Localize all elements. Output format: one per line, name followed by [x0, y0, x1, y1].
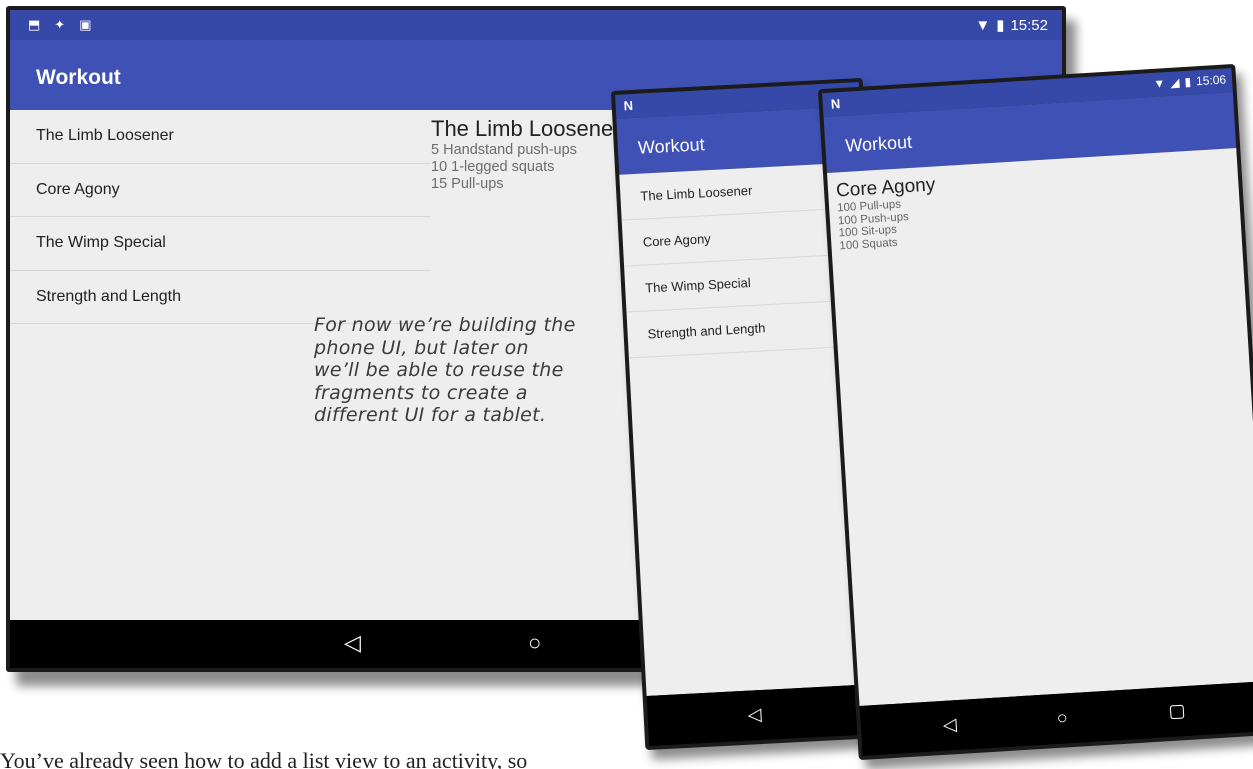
app-title: Workout	[844, 131, 913, 156]
recents-icon[interactable]: ▢	[1168, 700, 1186, 722]
back-icon[interactable]: ◁	[942, 714, 957, 736]
signal-icon: ◢	[1169, 75, 1180, 90]
phone-detail-screenshot: N ▼ ◢ ▮ 15:06 Workout Core Agony 100 Pul…	[817, 63, 1253, 761]
annotation-line: fragments to create a	[314, 381, 528, 404]
detail-line: 5 Handstand push-ups	[431, 142, 577, 158]
annotation-note: For now we’re building the phone UI, but…	[314, 314, 614, 427]
battery-icon: ▮	[996, 17, 1005, 34]
annotation-line: different UI for a tablet.	[314, 404, 547, 426]
detail-line: 10 1-legged squats	[431, 159, 555, 175]
detail-title: The Limb Loosener	[431, 116, 621, 141]
list-item[interactable]: The Limb Loosener	[10, 110, 431, 164]
app-title: Workout	[36, 66, 121, 89]
status-bar: ⬒ ✦ ▣ ▼ ▮ 15:52	[10, 10, 1062, 40]
home-icon[interactable]: ○	[1056, 707, 1068, 729]
workout-detail: The Limb Loosener 5 Handstand push-ups 1…	[431, 116, 621, 193]
workout-detail: Core Agony 100 Pull-ups 100 Push-ups 100…	[835, 174, 939, 252]
list-item[interactable]: Core Agony	[10, 164, 431, 217]
back-icon[interactable]: ◁	[344, 630, 361, 656]
annotation-line: For now we’re building the	[314, 314, 576, 336]
debug-icon: ✦	[54, 17, 66, 32]
annotation-line: we’ll be able to reuse the	[314, 359, 564, 381]
status-time: 15:06	[1195, 72, 1227, 89]
body-paragraph: You’ve already seen how to add a list vi…	[0, 748, 528, 769]
app-title: Workout	[637, 134, 706, 158]
wifi-icon: ▼	[975, 16, 991, 34]
content-area: Core Agony 100 Pull-ups 100 Push-ups 100…	[826, 147, 1253, 706]
workout-list: The Limb Loosener Core Agony The Wimp Sp…	[10, 110, 431, 324]
back-icon[interactable]: ◁	[747, 704, 762, 726]
n-logo-icon: N	[623, 97, 634, 114]
status-time: 15:52	[1010, 16, 1048, 34]
battery-icon: ▮	[1184, 74, 1192, 89]
download-icon: ⬒	[28, 17, 41, 32]
list-item[interactable]: The Wimp Special	[10, 217, 431, 271]
clipboard-icon: ▣	[79, 17, 92, 32]
home-icon[interactable]: ○	[528, 630, 541, 656]
n-logo-icon: N	[830, 96, 841, 112]
annotation-line: phone UI, but later on	[314, 336, 529, 359]
wifi-icon: ▼	[1152, 76, 1166, 91]
detail-line: 15 Pull-ups	[431, 176, 504, 192]
